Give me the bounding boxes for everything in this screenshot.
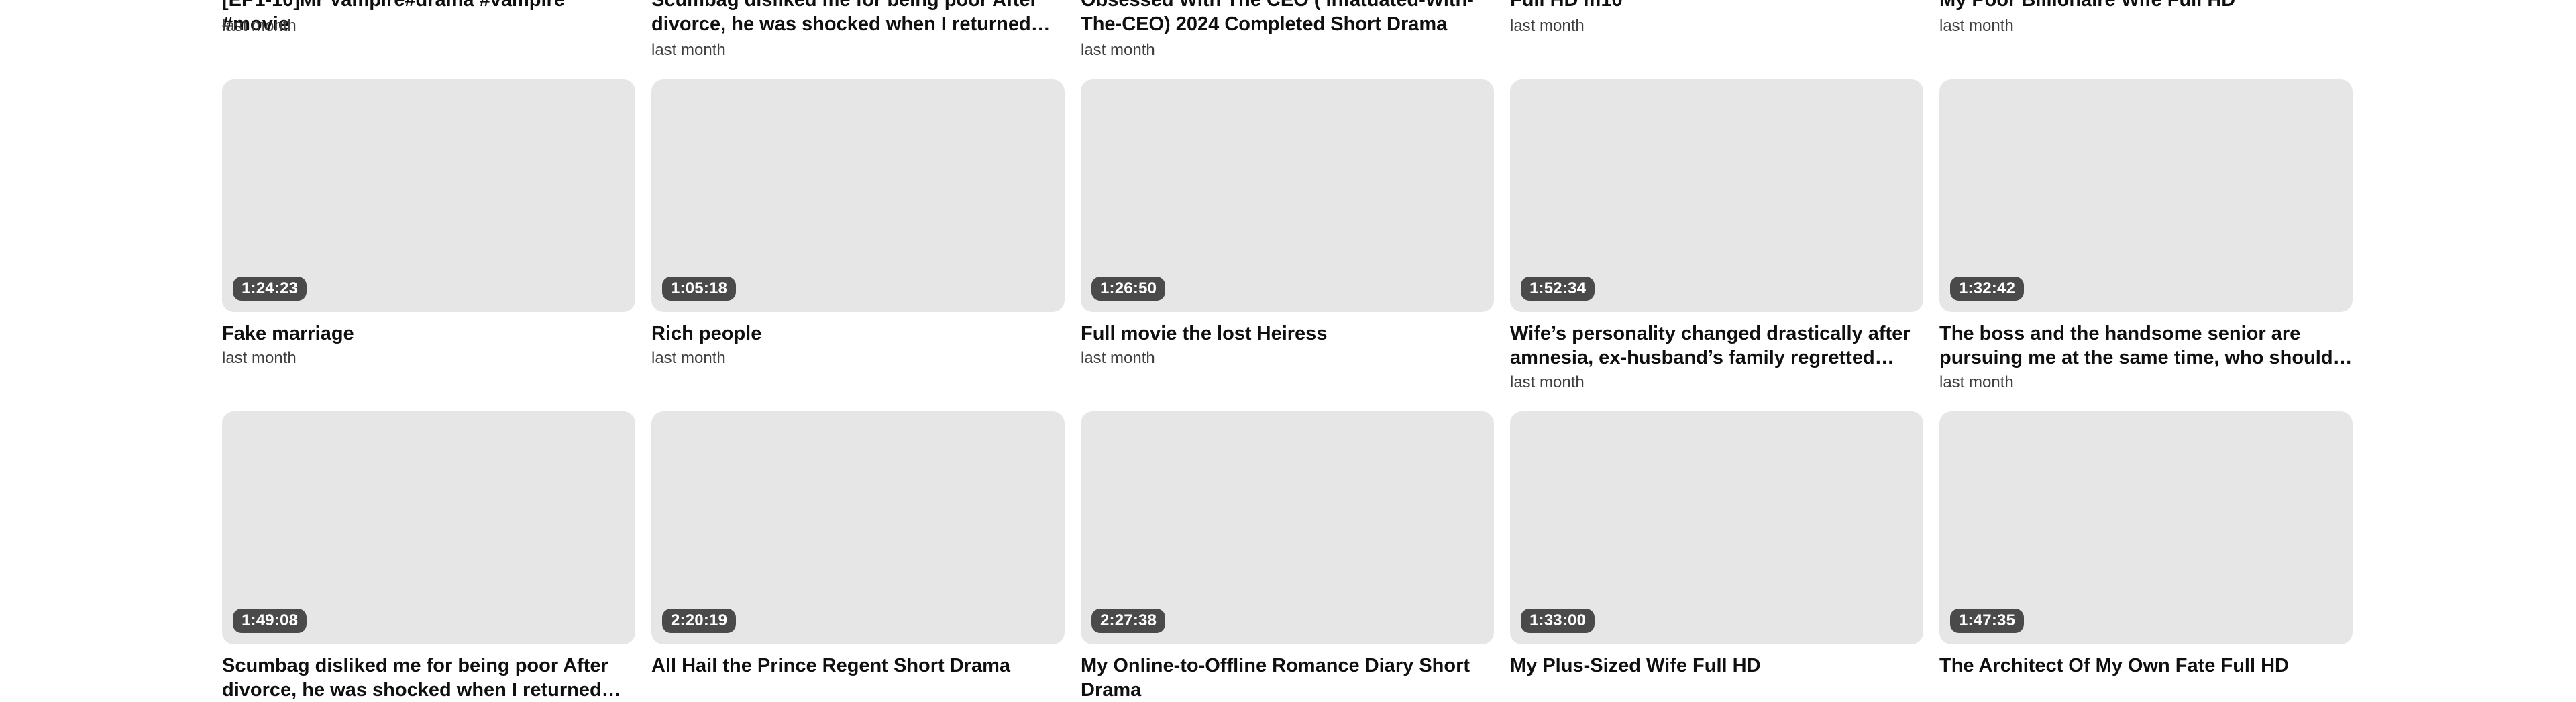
video-thumbnail[interactable]: 1:49:08 — [222, 411, 635, 644]
duration-badge: 1:05:18 — [662, 277, 737, 301]
video-thumbnail[interactable]: 2:27:38 — [1081, 411, 1494, 644]
video-title[interactable]: The Architect Of My Own Fate Full HD — [1939, 654, 2353, 678]
video-upload-time: last month — [1939, 373, 2014, 391]
duration-badge: 1:52:34 — [1521, 277, 1595, 301]
duration-badge: 1:24:23 — [233, 277, 307, 301]
video-title[interactable]: Full movie the lost Heiress — [1081, 321, 1494, 346]
video-upload-time: last month — [651, 41, 726, 59]
video-thumbnail[interactable]: 1:24:23 — [222, 79, 635, 312]
video-thumbnail[interactable]: 1:32:42 — [1939, 79, 2353, 312]
video-title[interactable]: My Online-to-Offline Romance Diary Short… — [1081, 654, 1494, 702]
duration-badge: 1:49:08 — [233, 609, 307, 633]
duration-badge: 2:20:19 — [662, 609, 737, 633]
video-thumbnail[interactable]: 1:52:34 — [1510, 79, 1923, 312]
video-upload-time: last month — [222, 349, 297, 367]
video-title[interactable]: My Poor Billionaire Wife Full HD — [1939, 0, 2353, 12]
video-upload-time: last month — [1081, 41, 1155, 59]
duration-badge: 1:32:42 — [1950, 277, 2025, 301]
video-thumbnail[interactable]: 1:47:35 — [1939, 411, 2353, 644]
video-thumbnail[interactable]: 1:33:00 — [1510, 411, 1923, 644]
duration-badge: 2:27:38 — [1091, 609, 1166, 633]
video-thumbnail[interactable]: 1:26:50 — [1081, 79, 1494, 312]
duration-badge: 1:47:35 — [1950, 609, 2025, 633]
duration-badge: 1:26:50 — [1091, 277, 1166, 301]
video-upload-time: last month — [1510, 373, 1585, 391]
video-title[interactable]: Scumbag disliked me for being poor After… — [222, 654, 635, 702]
video-title[interactable]: The boss and the handsome senior are pur… — [1939, 321, 2353, 370]
video-title[interactable]: Rich people — [651, 321, 1065, 346]
video-upload-time: last month — [1510, 17, 1585, 35]
video-title[interactable]: Scumbag disliked me for being poor After… — [651, 0, 1065, 36]
video-title[interactable]: Fake marriage — [222, 321, 635, 346]
video-upload-time: last month — [1081, 349, 1155, 367]
duration-badge: 1:33:00 — [1521, 609, 1595, 633]
video-title[interactable]: Obsessed With The CEO ( Infatuated-With-… — [1081, 0, 1494, 36]
video-title[interactable]: Wife’s personality changed drastically a… — [1510, 321, 1923, 370]
video-upload-time: last month — [1939, 17, 2014, 35]
video-thumbnail[interactable]: 1:05:18 — [651, 79, 1065, 312]
video-upload-time: last month — [222, 17, 297, 35]
video-thumbnail[interactable]: 2:20:19 — [651, 411, 1065, 644]
video-grid: [EP1-10]Mr Vampire#drama #vampire #movie… — [222, 0, 2355, 701]
video-title[interactable]: Full HD m10 — [1510, 0, 1923, 12]
video-title[interactable]: My Plus-Sized Wife Full HD — [1510, 654, 1923, 678]
video-upload-time: last month — [651, 349, 726, 367]
video-title[interactable]: All Hail the Prince Regent Short Drama — [651, 654, 1065, 678]
